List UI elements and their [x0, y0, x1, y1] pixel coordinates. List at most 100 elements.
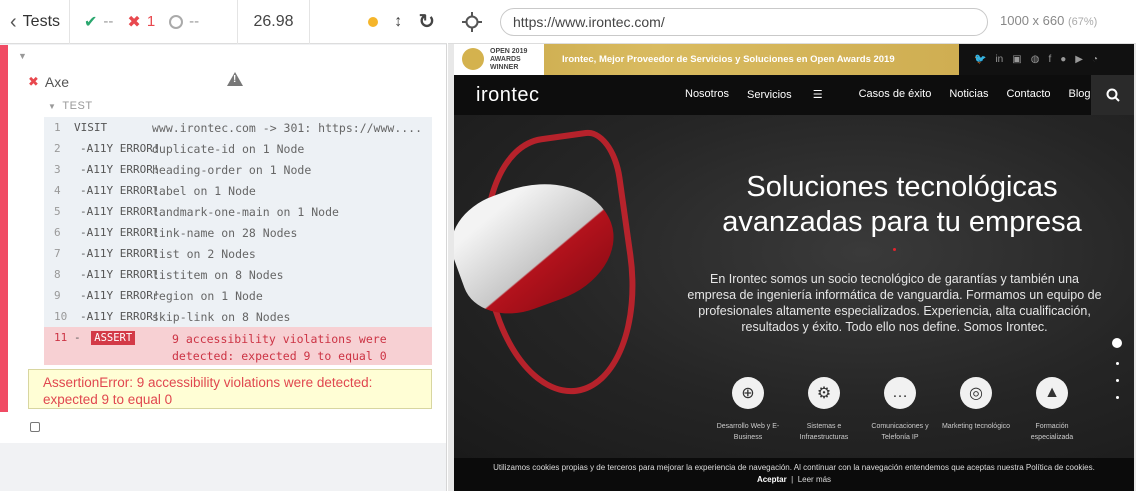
command-message: list on 2 Nodes [152, 246, 256, 261]
duration: 26.98 [238, 0, 310, 44]
award-banner[interactable]: OPEN 2019 AWARDS WINNER Irontec, Mejor P… [454, 44, 959, 75]
assert-badge: ASSERT [91, 331, 136, 345]
chevron-left-icon: ‹ [10, 10, 17, 33]
hero-title: Soluciones tecnológicas avanzadas para t… [722, 171, 1082, 238]
rss-icon[interactable]: ◔ [1092, 54, 1098, 65]
cookie-accept-link[interactable]: Aceptar [757, 475, 787, 484]
command-log: 1 VISIT www.irontec.com -> 301: https://… [44, 117, 432, 365]
cookie-read-more-link[interactable]: Leer más [798, 475, 831, 484]
command-number: 8 [54, 268, 61, 281]
command-name: -A11Y ERROR! [80, 268, 160, 281]
irontec-logo[interactable]: irontec [476, 84, 540, 107]
nav-item-contacto[interactable]: Contacto [1006, 88, 1050, 101]
runner-header: ‹ Tests ✔ -- ✖ 1 -- 26.98 ↕ ↻ [0, 0, 447, 44]
command-row[interactable]: 8 -A11Y ERROR! listitem on 8 Nodes [44, 264, 432, 285]
command-number: 5 [54, 205, 61, 218]
command-name: VISIT [74, 121, 108, 134]
command-name: -A11Y ERROR! [80, 184, 160, 197]
command-message: duplicate-id on 1 Node [152, 141, 305, 156]
caret-down-icon: ▼ [48, 101, 57, 111]
viewport-size[interactable]: 1000 x 660 (67%) [1000, 13, 1097, 28]
command-name: -A11Y ERROR! [80, 289, 160, 302]
section-dot-active[interactable] [1112, 338, 1122, 348]
url-bar[interactable]: https://www.irontec.com/ [500, 8, 988, 36]
command-message: skip-link on 8 Nodes [152, 309, 291, 324]
checkbox[interactable] [30, 422, 40, 432]
assert-command-row[interactable]: 11 - ASSERT 9 accessibility violations w… [44, 327, 432, 365]
website-frame: OPEN 2019 AWARDS WINNER Irontec, Mejor P… [454, 44, 1134, 491]
service-item[interactable]: ▲ Formación especializada [1014, 377, 1090, 443]
nav-item-blog[interactable]: Blog [1069, 88, 1091, 101]
nav-item-nosotros[interactable]: Nosotros [685, 88, 729, 101]
command-row[interactable]: 10 -A11Y ERROR! skip-link on 8 Nodes [44, 306, 432, 327]
viewport-dimensions: 1000 x 660 [1000, 13, 1065, 28]
service-item[interactable]: ⊕ Desarrollo Web y E-Business [710, 377, 786, 443]
github-alt-icon[interactable]: ● [1060, 54, 1066, 65]
command-row[interactable]: 3 -A11Y ERROR! heading-order on 1 Node [44, 159, 432, 180]
tests-button[interactable]: ‹ Tests [0, 0, 70, 44]
nav-item-casos[interactable]: Casos de éxito [859, 88, 932, 101]
command-name: -A11Y ERROR! [80, 142, 160, 155]
service-label: Formación especializada [1030, 423, 1074, 441]
nav-item-noticias[interactable]: Noticias [949, 88, 988, 101]
command-row[interactable]: 6 -A11Y ERROR! link-name on 28 Nodes [44, 222, 432, 243]
warning-icon [227, 72, 243, 86]
command-name: -A11Y ERROR! [80, 310, 160, 323]
command-name: - ASSERT [74, 331, 152, 345]
main-nav: Nosotros Servicios ☰ Casos de éxito Noti… [685, 88, 1109, 101]
command-name: -A11Y ERROR! [80, 226, 160, 239]
test-runner-panel: ‹ Tests ✔ -- ✖ 1 -- 26.98 ↕ ↻ ▼ ✖ Axe ! … [0, 0, 447, 491]
cookie-text: Utilizamos cookies propias y de terceros… [493, 463, 1095, 472]
award-logo-line: AWARDS [490, 55, 521, 63]
command-number: 2 [54, 142, 61, 155]
command-row[interactable]: 4 -A11Y ERROR! label on 1 Node [44, 180, 432, 201]
search-icon [1106, 88, 1120, 102]
suite-axe[interactable]: ✖ Axe [28, 73, 248, 91]
autoscroll-toggle-icon[interactable]: ↕ [394, 13, 402, 31]
failed-stat: ✖ 1 [127, 12, 155, 32]
hero-accent-dot [893, 248, 896, 251]
cookie-banner: Utilizamos cookies propias y de terceros… [454, 458, 1134, 491]
youtube-icon[interactable]: ▣ [1012, 54, 1021, 65]
hero-text: En Irontec somos un socio tecnológico de… [687, 272, 1102, 334]
nav-item-servicios[interactable]: Servicios ☰ [747, 88, 841, 101]
command-number: 7 [54, 247, 61, 260]
passed-stat: ✔ -- [84, 12, 113, 32]
command-number: 1 [54, 121, 61, 134]
open-awards-logo: OPEN 2019 AWARDS WINNER [454, 44, 544, 75]
service-item[interactable]: ◎ Marketing tecnológico [938, 377, 1014, 443]
restart-icon[interactable]: ↻ [418, 9, 435, 34]
command-name: -A11Y ERROR! [80, 205, 160, 218]
globe-cart-icon: ⊕ [732, 377, 764, 409]
award-logo-line: OPEN 2019 [490, 47, 528, 55]
hero-section: Soluciones tecnológicas avanzadas para t… [454, 115, 1134, 458]
runner-body: ▼ ✖ Axe ▼ TEST 1 VISIT www.irontec.com -… [0, 45, 446, 443]
service-label: Sistemas e Infraestructuras [799, 423, 849, 441]
command-row[interactable]: 9 -A11Y ERROR! region on 1 Node [44, 285, 432, 306]
site-navbar: irontec Nosotros Servicios ☰ Casos de éx… [454, 75, 1134, 115]
github-icon[interactable]: ◍ [1031, 54, 1040, 65]
twitter-icon[interactable]: 🐦 [974, 54, 986, 65]
test-section-label[interactable]: ▼ TEST [48, 100, 93, 112]
command-row[interactable]: 2 -A11Y ERROR! duplicate-id on 1 Node [44, 138, 432, 159]
facebook-icon[interactable]: f [1048, 54, 1051, 65]
running-indicator-icon [368, 16, 379, 27]
section-dot[interactable] [1115, 396, 1119, 399]
command-row[interactable]: 1 VISIT www.irontec.com -> 301: https://… [44, 117, 432, 138]
collapse-caret-icon[interactable]: ▼ [18, 51, 27, 61]
section-dot[interactable] [1115, 362, 1119, 365]
command-row[interactable]: 5 -A11Y ERROR! landmark-one-main on 1 No… [44, 201, 432, 222]
linkedin-icon[interactable]: in [995, 54, 1003, 65]
site-search-button[interactable] [1091, 75, 1134, 115]
service-item[interactable]: ⚙ Sistemas e Infraestructuras [786, 377, 862, 443]
services-list: ⊕ Desarrollo Web y E-Business ⚙ Sistemas… [710, 377, 1090, 443]
target-icon: ◎ [960, 377, 992, 409]
selector-playground-icon[interactable] [462, 12, 482, 32]
youtube-alt-icon[interactable]: ▶ [1075, 54, 1083, 65]
section-dot[interactable] [1115, 379, 1119, 382]
command-message: heading-order on 1 Node [152, 162, 312, 177]
pending-count: -- [189, 13, 200, 30]
command-row[interactable]: 7 -A11Y ERROR! list on 2 Nodes [44, 243, 432, 264]
assertion-error-message[interactable]: AssertionError: 9 accessibility violatio… [28, 369, 432, 409]
service-item[interactable]: … Comunicaciones y Telefonía IP [862, 377, 938, 443]
